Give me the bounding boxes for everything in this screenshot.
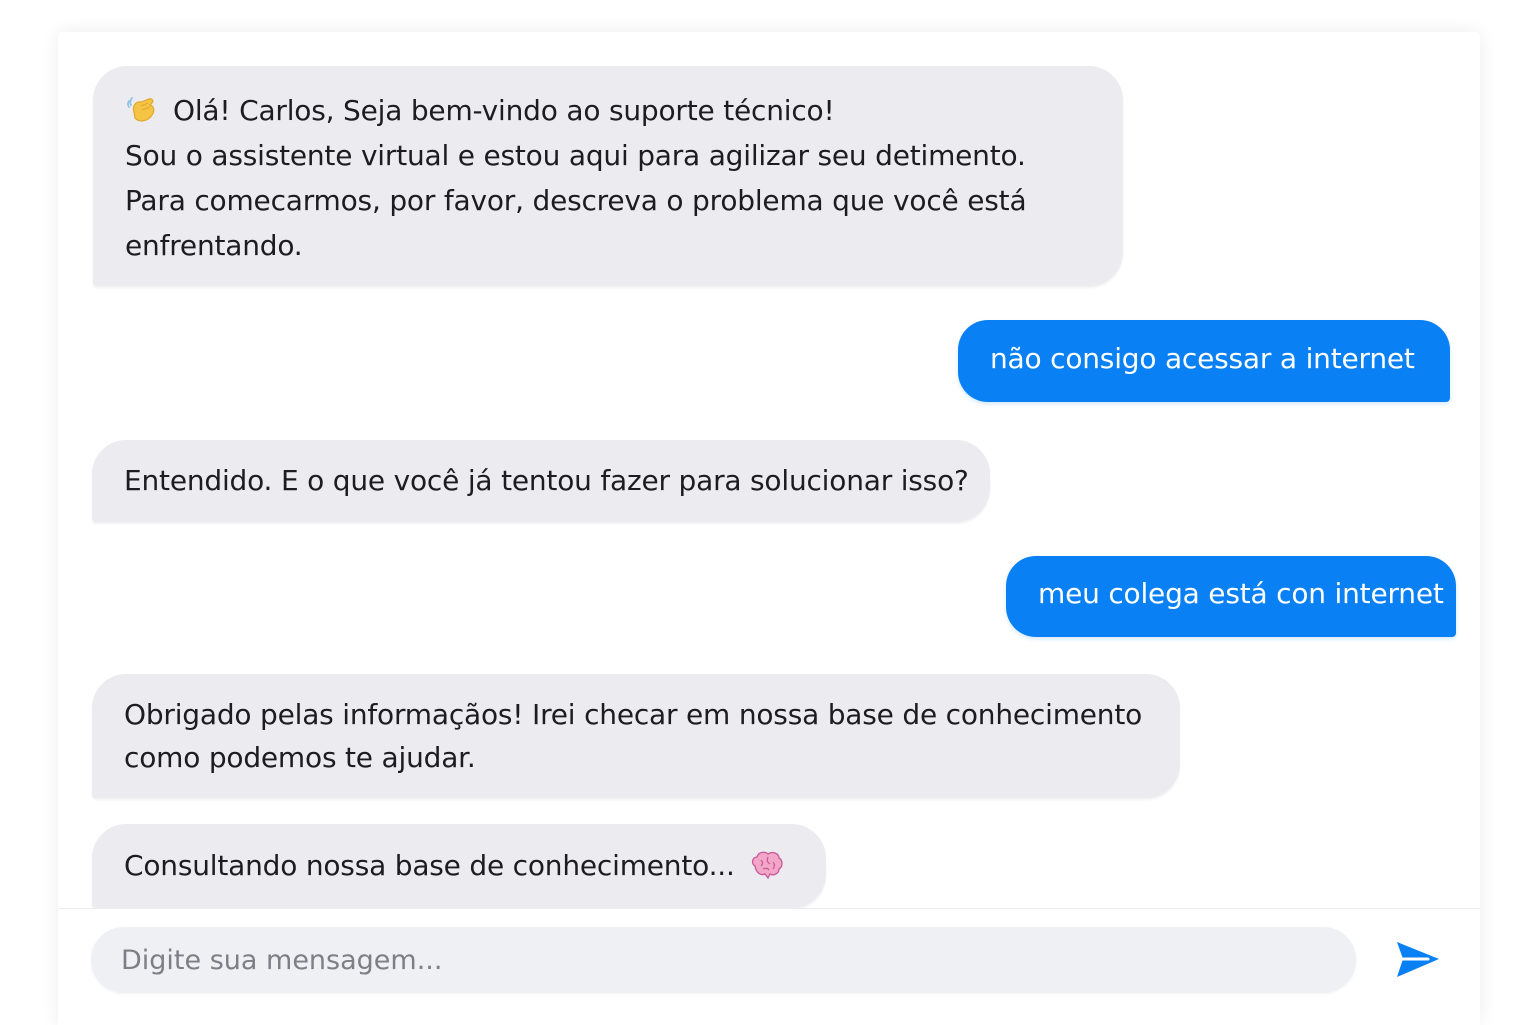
message-text: não consigo acessar a internet xyxy=(990,342,1415,375)
waving-hand-icon xyxy=(127,97,155,122)
message-line: Sou o assistente virtual e estou aqui pa… xyxy=(125,139,1026,172)
message-input-box xyxy=(91,927,1356,993)
message-line: Obrigado pelas informaçãos! Irei checar … xyxy=(124,698,1143,731)
send-icon xyxy=(1397,942,1439,977)
message-line: enfrentando. xyxy=(125,229,303,262)
message-input[interactable] xyxy=(91,927,1356,993)
message-text: Entendido. E o que você já tentou fazer … xyxy=(124,464,969,497)
message-line: Consultando nossa base de conhecimento..… xyxy=(124,843,794,888)
message-line: Para comecarmos, por favor, descreva o p… xyxy=(125,184,1027,217)
bot-message: Entendido. E o que você já tentou fazer … xyxy=(92,440,990,522)
message-text: meu colega está con internet xyxy=(1038,577,1444,610)
message-list[interactable]: Olá! Carlos, Seja bem-vindo ao suporte t… xyxy=(58,32,1480,908)
message-composer xyxy=(58,908,1480,1025)
brain-icon xyxy=(751,851,783,880)
send-button[interactable] xyxy=(1388,933,1448,987)
bot-message: Olá! Carlos, Seja bem-vindo ao suporte t… xyxy=(93,66,1123,286)
chat-window: Olá! Carlos, Seja bem-vindo ao suporte t… xyxy=(58,32,1480,1025)
user-message: meu colega está con internet xyxy=(1006,556,1456,637)
message-line: como podemos te ajudar. xyxy=(124,741,476,774)
bot-message: Obrigado pelas informaçãos! Irei checar … xyxy=(92,674,1180,798)
bot-message: Consultando nossa base de conhecimento..… xyxy=(92,824,826,908)
message-line: Olá! Carlos, Seja bem-vindo ao suporte t… xyxy=(125,88,1091,133)
user-message: não consigo acessar a internet xyxy=(958,320,1450,402)
